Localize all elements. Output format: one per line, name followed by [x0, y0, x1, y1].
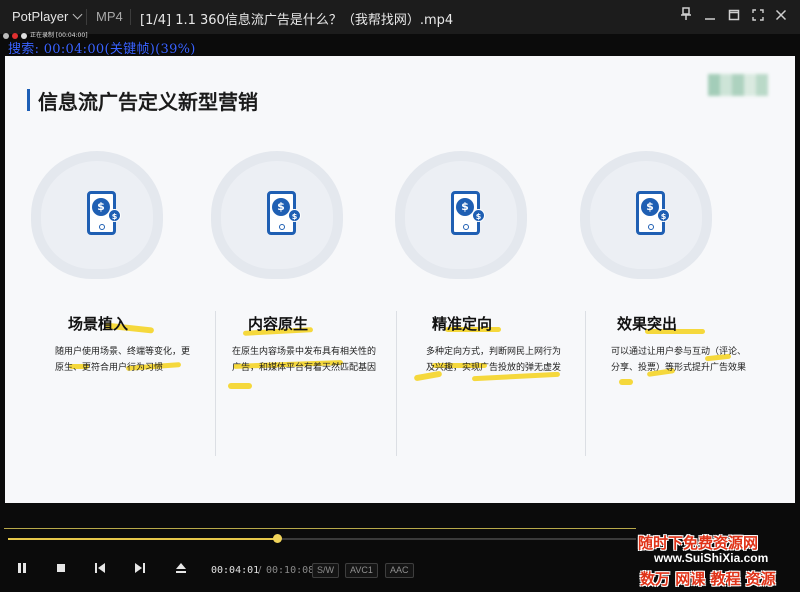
highlight-mark	[228, 383, 252, 389]
seek-osd-message: 搜索: 00:04:00(关键帧)(39%)	[8, 42, 196, 57]
decoder-sw-button[interactable]: S/W	[312, 563, 339, 578]
seek-thumb[interactable]	[273, 534, 282, 543]
description-line: 及兴趣，实现广告投放的弹无虚发	[426, 363, 562, 373]
stop-icon[interactable]	[53, 560, 69, 576]
next-icon[interactable]	[132, 560, 148, 576]
watermark-line: 随时下免费资源网	[638, 534, 759, 552]
description-line: 广告，和媒体平台有着天然匹配基因	[232, 363, 377, 373]
feature-description: 可以通过让用户参与互动（评论、 分享、投票）等形式提升广告效果	[611, 344, 761, 376]
description-line: 可以通过让用户参与互动（评论、	[611, 347, 747, 357]
pin-icon[interactable]	[676, 7, 696, 27]
total-time[interactable]: 00:10:08	[266, 565, 314, 576]
current-time[interactable]: 00:04:01	[211, 565, 259, 576]
blurred-logo	[708, 74, 768, 96]
dollar-coin-icon: $	[472, 209, 485, 222]
description-line: 分享、投票）等形式提升广告效果	[611, 363, 747, 373]
chevron-down-icon	[72, 9, 83, 20]
pause-icon[interactable]	[14, 560, 30, 576]
video-codec-button[interactable]: AVC1	[345, 563, 378, 578]
feature-heading: 精准定向	[431, 315, 492, 333]
watermark-url: www.SuiShiXia.com	[654, 551, 769, 565]
highlight-mark	[619, 379, 633, 385]
feature-heading: 效果突出	[616, 315, 677, 333]
watermark-line: 数万 网课 教程 资源	[640, 570, 776, 588]
feature-description: 随用户使用场景、终端等变化，更 原生、更符合用户行为习惯	[55, 344, 205, 376]
fullscreen-icon[interactable]	[748, 7, 768, 27]
eject-icon[interactable]	[173, 560, 189, 576]
app-name: PotPlayer	[12, 9, 69, 24]
title-divider	[130, 9, 131, 25]
dollar-coin-icon: $	[108, 209, 121, 222]
time-separator: /	[258, 565, 262, 576]
dollar-coin-icon: $	[288, 209, 301, 222]
video-frame[interactable]: 信息流广告定义新型营销 $ $ 场景植入 随用户使用场景、终端等变化，更 原生、…	[5, 56, 795, 503]
feature-heading: 场景植入	[67, 315, 128, 333]
description-line: 在原生内容场景中发布具有相关性的	[232, 347, 377, 357]
feature-column: $ $ 场景植入 随用户使用场景、终端等变化，更 原生、更符合用户行为习惯	[8, 151, 190, 466]
close-icon[interactable]	[771, 7, 791, 27]
description-line: 随用户使用场景、终端等变化，更	[55, 347, 191, 357]
feature-description: 在原生内容场景中发布具有相关性的 广告，和媒体平台有着天然匹配基因	[232, 344, 382, 376]
title-divider	[86, 9, 87, 25]
description-line: 原生、更符合用户行为习惯	[55, 363, 164, 373]
feature-column: $ $ 效果突出 可以通过让用户参与互动（评论、 分享、投票）等形式提升广告效果	[557, 151, 746, 466]
feature-description: 多种定向方式，判断网民上网行为 及兴趣，实现广告投放的弹无虚发	[426, 344, 576, 376]
dollar-coin-icon: $	[657, 209, 670, 222]
site-watermark: 随时下免费资源网 www.SuiShiXia.com 数万 网课 教程 资源	[638, 528, 800, 592]
slide-title: 信息流广告定义新型营销	[38, 90, 258, 114]
seek-progress	[8, 538, 278, 540]
title-bar: PotPlayer MP4 [1/4] 1.1 360信息流广告是什么？（我帮找…	[0, 0, 800, 34]
video-title: [1/4] 1.1 360信息流广告是什么？（我帮找网）.mp4	[140, 13, 454, 28]
seek-bar[interactable]	[0, 522, 640, 552]
audio-codec-button[interactable]: AAC	[385, 563, 414, 578]
feature-column: $ $ 内容原生 在原生内容场景中发布具有相关性的 广告，和媒体平台有着天然匹配…	[188, 151, 376, 466]
minimize-icon[interactable]	[700, 7, 720, 27]
previous-icon[interactable]	[92, 560, 108, 576]
title-accent-bar	[27, 89, 30, 111]
format-label: MP4	[96, 9, 123, 24]
maximize-icon[interactable]	[724, 7, 744, 27]
description-line: 多种定向方式，判断网民上网行为	[426, 347, 562, 357]
feature-heading: 内容原生	[247, 315, 308, 333]
app-menu-button[interactable]: PotPlayer	[12, 9, 83, 24]
seek-bar-border	[4, 528, 636, 529]
feature-column: $ $ 精准定向 多种定向方式，判断网民上网行为 及兴趣，实现广告投放的弹无虚发	[372, 151, 561, 466]
